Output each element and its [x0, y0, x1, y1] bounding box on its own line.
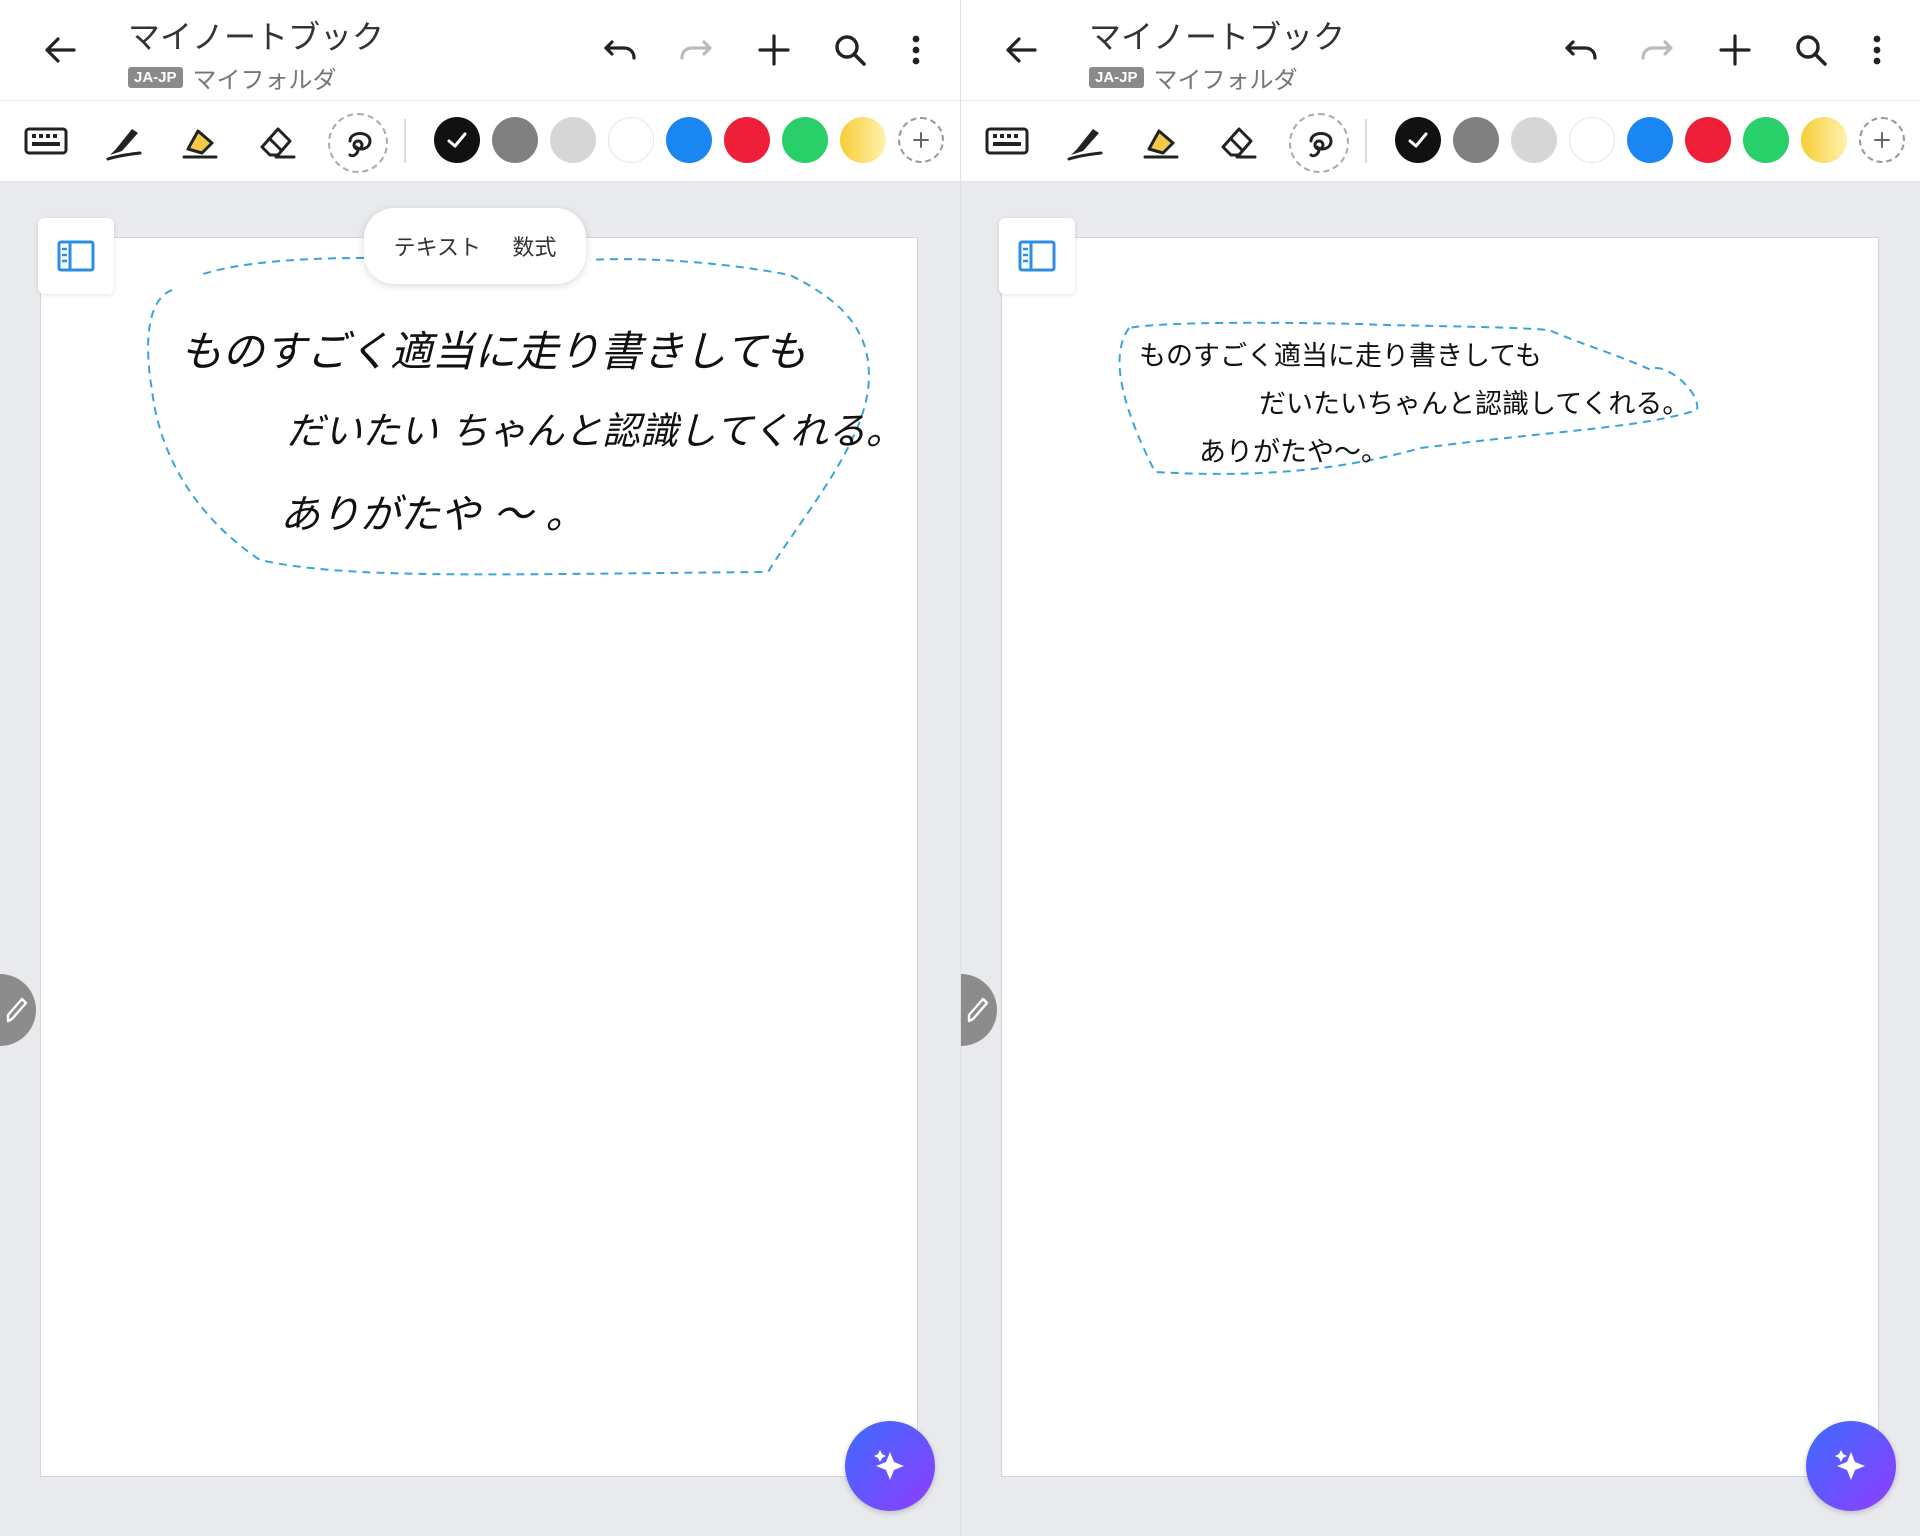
convert-menu: テキスト 数式 [364, 208, 586, 284]
convert-to-math-option[interactable]: 数式 [512, 230, 556, 262]
convert-to-text-option[interactable]: テキスト [394, 230, 481, 262]
pen-edge-handle[interactable] [0, 974, 36, 1046]
handwritten-line: ありがたや 〜 。 [280, 492, 586, 538]
typed-text-line: だいたいちゃんと認識してくれる。 [1259, 389, 1690, 420]
handwritten-line: だいたい ちゃんと認識してくれる。 [286, 409, 904, 453]
typed-text-line: ありがたや〜。 [1199, 437, 1388, 468]
lasso-selection-outline [1118, 321, 1699, 475]
pen-edge-handle[interactable] [961, 974, 997, 1046]
left-panel: マイノートブック JA-JP マイフォルダ テキスト 数式 ものすごく適当に走り… [0, 0, 960, 1536]
sparkle-icon [874, 1450, 904, 1480]
typed-text-line: ものすごく適当に走り書きしても [1139, 341, 1542, 372]
ai-sparkle-button[interactable] [845, 1421, 935, 1511]
handwritten-line: ものすごく適当に走り書きしても [180, 327, 807, 376]
sidebar-toggle-icon[interactable] [999, 218, 1075, 294]
sidebar-toggle-icon[interactable] [38, 218, 114, 294]
sparkle-icon [1835, 1450, 1865, 1480]
right-panel: マイノートブック JA-JP マイフォルダ ものすごく適当に走り書きしても だい… [960, 0, 1920, 1536]
ai-sparkle-button[interactable] [1806, 1421, 1896, 1511]
pencil-icon [6, 997, 28, 1023]
pencil-icon [967, 997, 989, 1023]
